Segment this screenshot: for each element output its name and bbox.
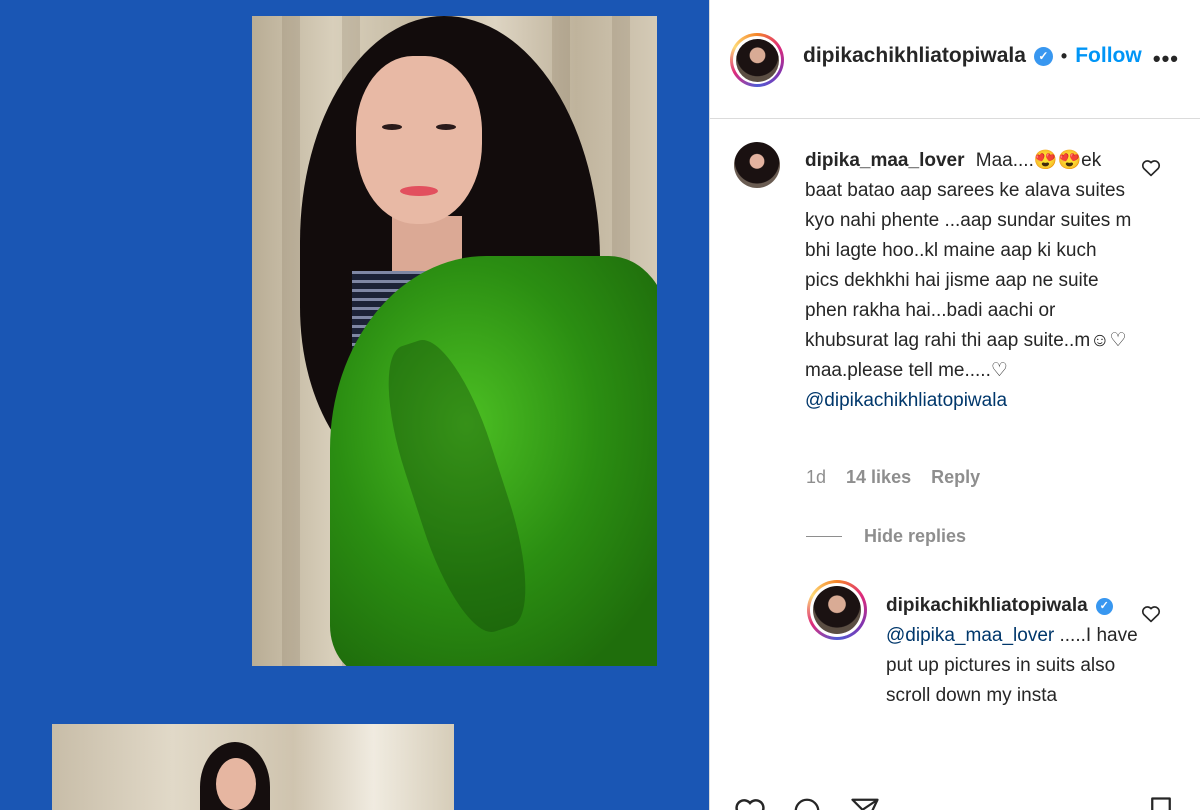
secondary-post-photo[interactable] — [52, 724, 454, 810]
reply-mention-link[interactable]: @dipika_maa_lover — [886, 625, 1054, 646]
avatar-photo — [735, 38, 779, 82]
reply-username[interactable]: dipikachikhliatopiwala — [886, 591, 1088, 621]
comment-body: dipika_maa_lover Maa....😍😍ek baat batao … — [805, 146, 1135, 416]
more-options-icon[interactable]: ••• — [1153, 46, 1179, 72]
post-action-bar — [710, 796, 1200, 810]
avatar-frame — [810, 583, 864, 637]
main-post-photo[interactable] — [252, 16, 657, 666]
avatar-photo — [813, 586, 861, 634]
hide-replies-toggle[interactable]: Hide replies — [806, 526, 966, 547]
eye-shape — [382, 124, 402, 130]
comment-mention-link[interactable]: @dipikachikhliatopiwala — [805, 386, 1135, 416]
header-user-line: dipikachikhliatopiwala ✓ • Follow — [803, 44, 1142, 68]
header-username[interactable]: dipikachikhliatopiwala — [803, 44, 1026, 68]
share-icon[interactable] — [848, 796, 882, 810]
hide-replies-line — [806, 536, 842, 537]
separator-dot: • — [1060, 45, 1068, 66]
eye-shape — [436, 124, 456, 130]
instagram-comments-panel: dipikachikhliatopiwala ✓ • Follow ••• di… — [709, 0, 1200, 810]
avatar-frame — [733, 36, 781, 84]
reply-avatar[interactable] — [807, 580, 867, 640]
profile-avatar[interactable] — [730, 33, 784, 87]
lips-shape — [400, 186, 438, 196]
comment-meta: 1d 14 likes Reply — [806, 467, 980, 488]
reply-user-line: dipikachikhliatopiwala ✓ — [886, 591, 1146, 621]
reply-button[interactable]: Reply — [931, 467, 980, 488]
comment-age: 1d — [806, 467, 827, 487]
post-header: dipikachikhliatopiwala ✓ • Follow ••• — [710, 0, 1200, 119]
reply-like-heart-icon[interactable] — [1141, 604, 1161, 623]
comment-like-heart-icon[interactable] — [1141, 158, 1161, 177]
commenter-avatar[interactable] — [734, 142, 780, 188]
face-shape — [356, 56, 482, 224]
verified-badge-icon: ✓ — [1095, 597, 1113, 615]
comment-username[interactable]: dipika_maa_lover — [805, 150, 964, 171]
verified-badge-icon: ✓ — [1033, 46, 1053, 66]
comment-likes-count[interactable]: 14 likes — [846, 467, 911, 488]
reply-body: dipikachikhliatopiwala ✓ @dipika_maa_lov… — [886, 591, 1146, 711]
bookmark-icon[interactable] — [1146, 796, 1176, 810]
face-shape — [216, 758, 256, 810]
comment-icon[interactable] — [790, 796, 824, 810]
comment-text: Maa....😍😍ek baat batao aap sarees ke ala… — [805, 150, 1132, 381]
follow-button[interactable]: Follow — [1075, 44, 1142, 68]
hide-replies-label: Hide replies — [864, 526, 967, 546]
curtain-fold — [282, 16, 300, 666]
post-image-area — [0, 0, 709, 810]
like-heart-icon[interactable] — [732, 796, 768, 810]
